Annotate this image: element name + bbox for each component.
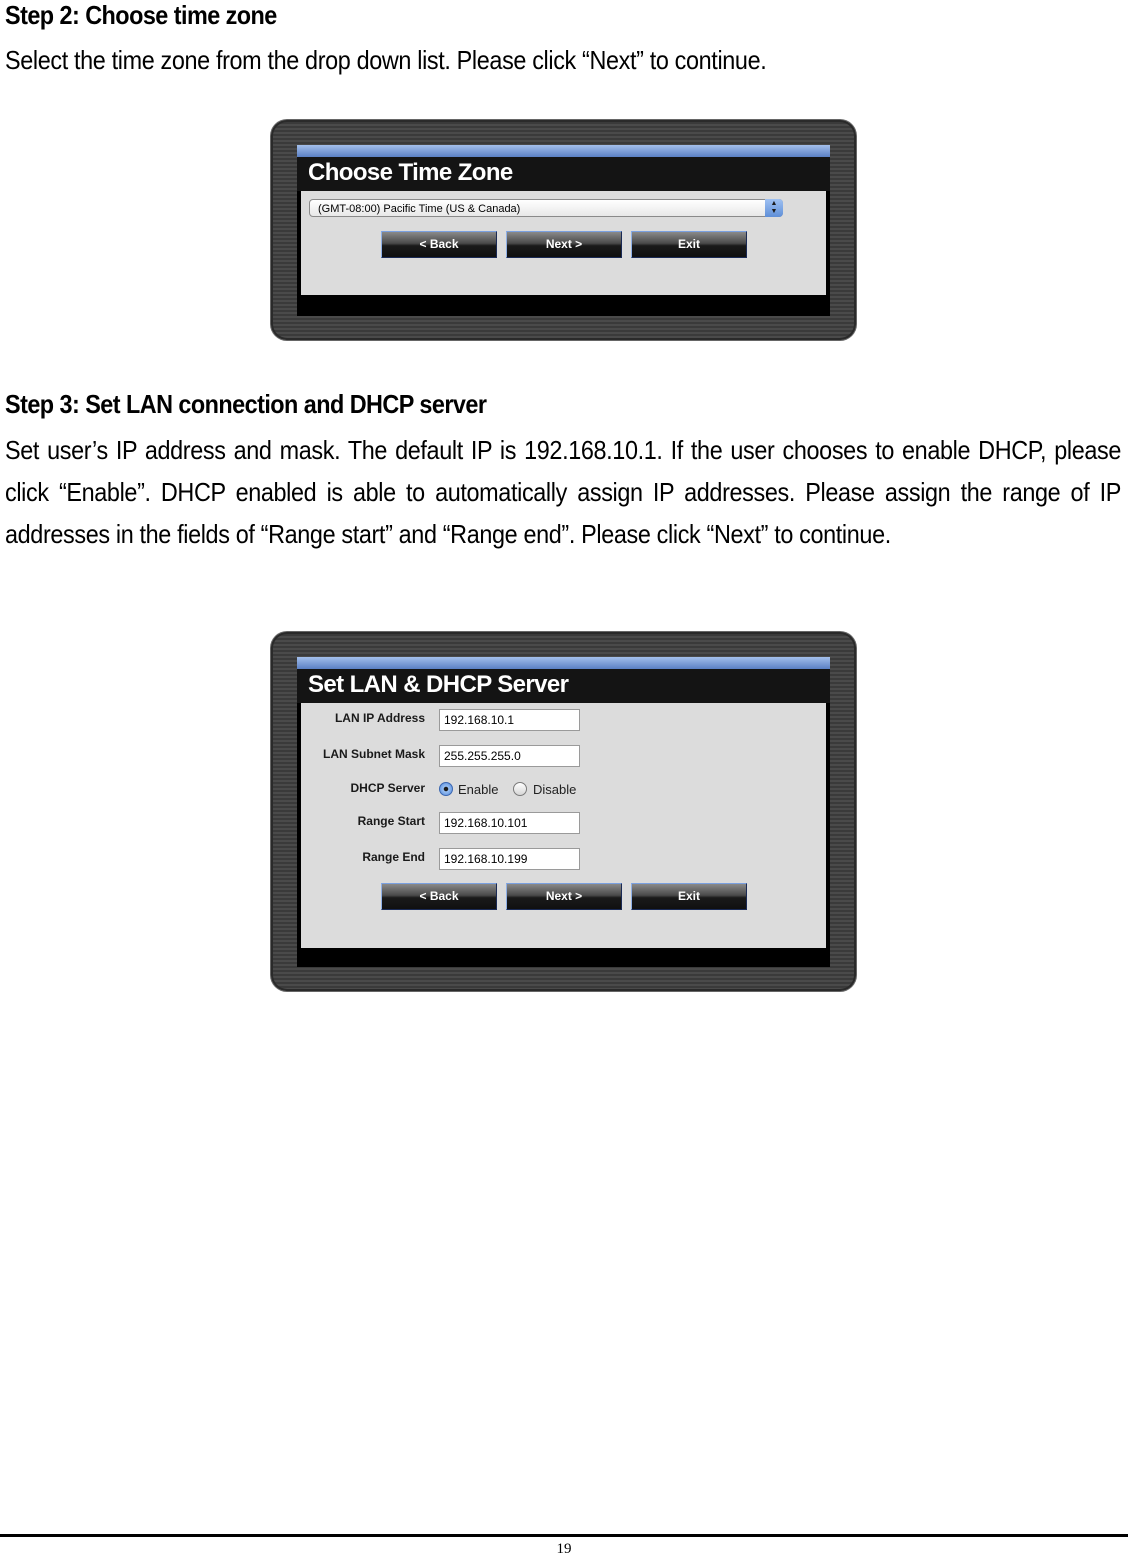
screen-topbar bbox=[297, 145, 830, 157]
subnet-label: LAN Subnet Mask bbox=[322, 747, 425, 761]
range-start-label: Range Start bbox=[357, 814, 425, 828]
next-button[interactable]: Next > bbox=[506, 231, 622, 258]
range-start-input[interactable] bbox=[439, 812, 580, 834]
screen: Choose Time Zone (GMT-08:00) Pacific Tim… bbox=[297, 145, 830, 316]
step2-heading: Step 2: Choose time zone bbox=[5, 0, 277, 30]
range-start-row: Range Start bbox=[301, 812, 821, 834]
step2-paragraph: Select the time zone from the drop down … bbox=[5, 45, 767, 75]
next-button[interactable]: Next > bbox=[506, 883, 622, 910]
dhcp-label: DHCP Server bbox=[350, 781, 425, 795]
timezone-select[interactable]: (GMT-08:00) Pacific Time (US & Canada) ▲… bbox=[309, 199, 783, 217]
screen-topbar bbox=[297, 657, 830, 669]
timezone-screenshot: Choose Time Zone (GMT-08:00) Pacific Tim… bbox=[271, 120, 856, 340]
lan-dhcp-screenshot: Set LAN & DHCP Server LAN IP Address LAN… bbox=[271, 632, 856, 991]
dhcp-disable-label[interactable]: Disable bbox=[533, 782, 576, 797]
lan-ip-input[interactable] bbox=[439, 709, 580, 731]
screen: Set LAN & DHCP Server LAN IP Address LAN… bbox=[297, 657, 830, 967]
screen-title: Choose Time Zone bbox=[308, 159, 513, 186]
dhcp-disable-radio[interactable] bbox=[513, 782, 527, 796]
exit-button[interactable]: Exit bbox=[631, 231, 747, 258]
screen-panel: (GMT-08:00) Pacific Time (US & Canada) ▲… bbox=[301, 191, 826, 295]
range-end-row: Range End bbox=[301, 848, 821, 870]
range-end-label: Range End bbox=[362, 850, 425, 864]
timezone-select-value: (GMT-08:00) Pacific Time (US & Canada) bbox=[318, 203, 521, 215]
dhcp-enable-radio[interactable] bbox=[439, 782, 453, 796]
back-button[interactable]: < Back bbox=[381, 883, 497, 910]
dhcp-enable-label[interactable]: Enable bbox=[458, 782, 498, 797]
back-button[interactable]: < Back bbox=[381, 231, 497, 258]
range-end-input[interactable] bbox=[439, 848, 580, 870]
page-number: 19 bbox=[556, 1541, 572, 1557]
lan-ip-label: LAN IP Address bbox=[334, 711, 425, 725]
lan-ip-row: LAN IP Address bbox=[301, 709, 821, 731]
footer-divider bbox=[0, 1534, 1128, 1537]
screen-panel: LAN IP Address LAN Subnet Mask DHCP Serv… bbox=[301, 703, 826, 948]
exit-button[interactable]: Exit bbox=[631, 883, 747, 910]
step3-heading: Step 3: Set LAN connection and DHCP serv… bbox=[5, 389, 487, 419]
subnet-input[interactable] bbox=[439, 745, 580, 767]
dhcp-row: DHCP Server Enable Disable bbox=[301, 779, 821, 801]
screen-title: Set LAN & DHCP Server bbox=[308, 671, 569, 698]
updown-arrows-icon[interactable]: ▲ ▼ bbox=[765, 199, 783, 217]
subnet-row: LAN Subnet Mask bbox=[301, 745, 821, 767]
step3-paragraph: Set user’s IP address and mask. The defa… bbox=[5, 435, 1121, 549]
